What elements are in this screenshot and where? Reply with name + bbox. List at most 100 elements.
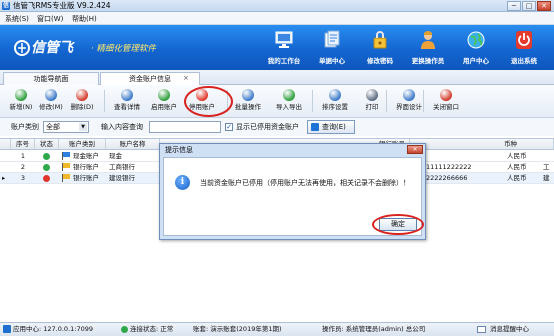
import-export-icon [283,89,295,101]
dialog-close-button[interactable]: ✕ [407,145,423,154]
envelope-icon [477,326,486,333]
toolbar-button-edit[interactable]: 修改(M) [36,88,66,115]
globe-icon [467,31,485,49]
nav-change-operator[interactable]: 更换操作员 [406,30,450,68]
status-operator: 操作员: 系统管理员(admin) 总公司 [322,325,426,333]
monitor-icon [275,31,293,48]
flag-icon [62,174,70,182]
connection-status-icon [121,326,128,333]
query-label: 输入内容查询 [101,123,143,131]
disable-account-highlight-annotation [184,86,233,117]
toolbar-button-close-window[interactable]: 关闭窗口 [428,88,464,115]
cell-account-type: 银行账户 [73,174,99,182]
layout-icon [403,89,415,101]
show-disabled-checkbox[interactable]: ✓ [225,123,233,131]
cell-overflow: 建 [543,174,550,182]
status-connection: 连接状态: 正常 [130,325,174,333]
brand-logo-icon [14,40,30,56]
tab-function-navigation[interactable]: 功能导航面 [3,72,99,85]
menu-system[interactable]: 系统(S) [5,13,29,25]
account-type-label: 账户类别 [11,123,39,131]
cell-account-name: 工商银行 [109,163,135,171]
status-app-center: 应用中心: 127.0.0.1:7099 [13,325,93,333]
toolbar-button-label: 批量操作 [235,103,261,111]
cell-account-type: 银行账户 [73,163,99,171]
user-icon [421,31,435,49]
menu-window[interactable]: 窗口(W) [37,13,63,25]
toolbar-separator [386,90,387,112]
status-ledger: 账套: 演示账套(2019年第1期) [193,325,282,333]
toolbar-button-label: 导入导出 [276,103,302,111]
cell-currency: 人民币 [507,174,527,182]
query-button-label: 查询(E) [322,123,346,131]
nav-document-center[interactable]: 单据中心 [310,30,354,68]
tab-close-icon[interactable]: × [183,73,189,83]
toolbar-button-enable[interactable]: 启用账户 [147,88,181,115]
column-header-account-type[interactable]: 账户类别 [59,139,106,150]
chevron-down-icon: ▼ [79,123,87,131]
tab-label: 资金账户信息 [129,75,171,83]
toolbar-button-label: 新增(N) [9,103,33,111]
batch-icon [242,89,254,101]
close-window-icon [440,89,452,101]
toolbar-button-add[interactable]: 新增(N) [6,88,36,115]
edit-icon [45,89,57,101]
documents-icon [324,30,340,48]
status-messages[interactable]: 消息提醒中心 [490,325,529,334]
toolbar-button-label: 排序设置 [322,103,348,111]
nav-exit-system[interactable]: 退出系统 [502,30,546,68]
cell-bank-account: 2222266666 [426,174,468,182]
minimize-button[interactable]: ─ [507,1,521,11]
flag-icon [62,152,70,160]
column-header-status[interactable]: 状态 [35,139,59,150]
cell-overflow: 工 [543,163,550,171]
cell-no: 1 [20,152,26,160]
view-icon [121,89,133,101]
toolbar-button-batch[interactable]: 批量操作 [230,88,266,115]
nav-change-password[interactable]: 修改密码 [358,30,402,68]
toolbar-separator [104,90,105,112]
maximize-button[interactable]: □ [522,1,536,11]
toolbar-button-sort[interactable]: 排序设置 [317,88,353,115]
column-header-no[interactable]: 序号 [11,139,35,150]
status-dot-icon [43,175,50,182]
toolbar-button-delete[interactable]: 删除(D) [67,88,97,115]
status-dot-icon [43,153,50,160]
search-icon [311,123,319,131]
toolbar-button-label: 启用账户 [151,103,177,111]
print-icon [366,89,378,101]
toolbar-button-label: 关闭窗口 [433,103,459,111]
query-input[interactable] [149,121,221,133]
nav-label: 退出系统 [511,57,537,65]
toolbar-separator [423,90,424,112]
show-disabled-label: 显示已停用资金账户 [236,123,299,131]
toolbar-button-label: 删除(D) [70,103,94,111]
current-row-indicator: ▸ [2,174,6,182]
cell-account-name: 现金 [109,152,122,160]
cell-account-name: 建设银行 [109,174,135,182]
close-window-button[interactable]: ✕ [537,1,551,11]
delete-icon [76,89,88,101]
query-button[interactable]: 查询(E) [307,120,355,134]
grid-header-indicator [0,139,11,150]
cell-bank-account: 11111222222 [426,163,472,171]
nav-my-workbench[interactable]: 我的工作台 [262,30,306,68]
flag-icon [62,163,70,171]
toolbar-button-print[interactable]: 打印 [357,88,387,115]
app-center-icon [3,325,11,333]
add-icon [15,89,27,101]
brand-name: 信管飞 [31,40,73,56]
column-header-currency[interactable]: 币种 [410,139,554,150]
brand-slogan: · 精细化管理软件 [91,44,156,54]
key-lock-icon [373,31,387,49]
app-logo-icon: 信 [2,2,10,10]
column-header-account-name[interactable]: 账户名称 [106,139,160,150]
account-type-select[interactable]: 全部 ▼ [43,121,89,133]
toolbar-button-view[interactable]: 查看详情 [108,88,146,115]
toolbar-button-import-export[interactable]: 导入导出 [268,88,310,115]
nav-user-center[interactable]: 用户中心 [454,30,498,68]
menu-help[interactable]: 帮助(H) [72,13,97,25]
account-type-value: 全部 [46,123,60,131]
status-dot-icon [43,164,50,171]
cell-no: 3 [20,174,26,182]
